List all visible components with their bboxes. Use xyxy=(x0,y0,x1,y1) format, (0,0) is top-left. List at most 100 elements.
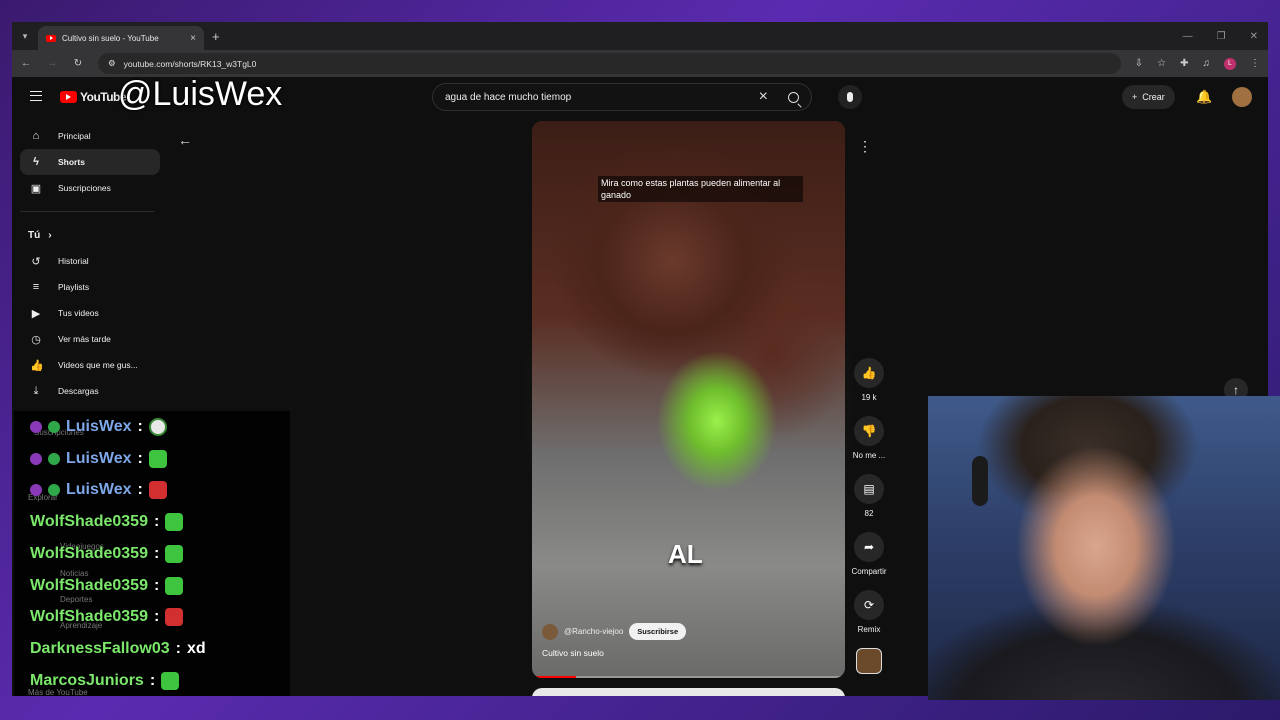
chat-emote-icon xyxy=(165,545,184,563)
sidebar-item-historial[interactable]: ↺ Historial xyxy=(20,248,160,274)
like-icon[interactable]: 👍 xyxy=(854,358,884,388)
divider xyxy=(20,211,154,212)
forward-icon[interactable]: → xyxy=(46,58,58,69)
chat-separator: : xyxy=(153,608,160,625)
install-app-icon[interactable]: ⇩ xyxy=(1135,58,1143,69)
share-icon[interactable]: ➦ xyxy=(854,532,884,562)
remix-action[interactable]: ⟳ Remix xyxy=(846,590,892,648)
chat-separator: : xyxy=(153,513,160,530)
chat-emote-icon xyxy=(161,672,180,690)
browser-menu-icon[interactable]: ⋮ xyxy=(1250,58,1260,69)
extensions-icon[interactable]: ✚ xyxy=(1180,58,1188,69)
shorts-video-player[interactable]: Mira como estas plantas pueden alimentar… xyxy=(532,121,845,678)
plus-icon: + xyxy=(1132,92,1138,102)
dislike-label: No me ... xyxy=(852,451,886,460)
comments-action[interactable]: ▤ 82 xyxy=(846,474,892,532)
sound-thumbnail[interactable] xyxy=(856,648,882,674)
tab-search-icon[interactable]: ▾ xyxy=(12,22,38,50)
sidebar-item-descargas[interactable]: ⤓ Descargas xyxy=(20,378,160,404)
search-box[interactable]: agua de hace mucho tiemop × xyxy=(432,83,812,111)
sidebar-item-shorts[interactable]: ϟ Shorts xyxy=(20,149,160,175)
account-avatar[interactable] xyxy=(1232,87,1252,107)
chat-message: WolfShade0359 : xyxy=(30,545,184,563)
youtube-logo[interactable]: YouTube xyxy=(60,90,127,104)
youtube-favicon-icon xyxy=(46,34,56,42)
restore-icon[interactable]: ❐ xyxy=(1217,31,1226,42)
video-progress-bar[interactable] xyxy=(532,676,845,678)
url-field[interactable]: ⚙ youtube.com/shorts/RK13_w3TgL0 xyxy=(98,53,1121,74)
chat-message: LuisWex : xyxy=(30,450,167,468)
close-tab-icon[interactable]: × xyxy=(190,33,196,44)
like-count: 19 k xyxy=(861,393,877,402)
remix-icon[interactable]: ⟳ xyxy=(854,590,884,620)
home-icon: ⌂ xyxy=(32,130,40,142)
chat-username: MarcosJuniors xyxy=(30,672,144,689)
chat-username: LuisWex xyxy=(66,450,132,467)
comments-icon[interactable]: ▤ xyxy=(854,474,884,504)
notifications-bell-icon[interactable]: 🔔 xyxy=(1196,89,1212,105)
chat-emote-icon xyxy=(165,577,184,595)
close-window-icon[interactable]: ✕ xyxy=(1250,31,1258,42)
mic-icon xyxy=(847,92,853,102)
sidebar-item-suscripciones[interactable]: ▣ Suscripciones xyxy=(20,175,160,201)
chat-separator: : xyxy=(175,640,181,657)
back-icon[interactable]: ← xyxy=(20,58,32,69)
bookmark-star-icon[interactable]: ☆ xyxy=(1157,58,1166,69)
share-action[interactable]: ➦ Compartir xyxy=(846,532,892,590)
address-bar-actions: ⇩ ☆ ✚ ♫ L ⋮ xyxy=(1135,57,1260,70)
chat-separator: : xyxy=(153,577,160,594)
back-arrow-icon[interactable]: ← xyxy=(178,132,192,148)
sound-action[interactable] xyxy=(846,648,892,696)
chat-username: LuisWex xyxy=(66,418,132,435)
reload-icon[interactable]: ↻ xyxy=(72,58,84,69)
shorts-actions: 👍 19 k 👎 No me ... ▤ 82 ➦ Compartir ⟳ Re… xyxy=(846,358,892,696)
verified-badge-icon xyxy=(48,421,60,433)
site-info-icon[interactable]: ⚙ xyxy=(108,58,116,69)
sidebar-item-playlists[interactable]: ≡ Playlists xyxy=(20,274,160,300)
create-button[interactable]: + Crear xyxy=(1122,85,1175,109)
video-title[interactable]: Cultivo sin suelo xyxy=(542,648,604,658)
youtube-header: YouTube @LuisWex agua de hace mucho tiem… xyxy=(12,75,1268,117)
browser-tab[interactable]: Cultivo sin suelo - YouTube × xyxy=(38,26,204,50)
chat-message: LuisWex : xyxy=(30,418,167,436)
channel-name[interactable]: @Rancho-viejoo xyxy=(564,627,623,636)
create-label: Crear xyxy=(1142,92,1165,102)
chat-emote-icon xyxy=(148,450,167,468)
like-action[interactable]: 👍 19 k xyxy=(846,358,892,416)
subscriber-badge-icon xyxy=(30,484,42,496)
dislike-icon[interactable]: 👎 xyxy=(854,416,884,446)
webcam-overlay xyxy=(928,396,1280,700)
chat-emote-icon xyxy=(148,481,167,499)
search-input[interactable]: agua de hace mucho tiemop xyxy=(445,92,759,103)
chat-username: WolfShade0359 xyxy=(30,545,148,562)
clear-search-icon[interactable]: × xyxy=(759,88,768,106)
share-label: Compartir xyxy=(851,567,887,576)
streamer-watermark: @LuisWex xyxy=(118,75,283,113)
sidebar-item-label: Historial xyxy=(58,256,89,266)
chat-message: WolfShade0359 : xyxy=(30,577,184,595)
sidebar-item-liked[interactable]: 👍 Videos que me gus... xyxy=(20,352,160,378)
menu-icon[interactable] xyxy=(30,91,42,101)
more-options-icon[interactable]: ⋮ xyxy=(858,138,872,155)
chat-username: DarknessFallow03 xyxy=(30,640,170,657)
channel-avatar[interactable] xyxy=(542,623,558,640)
sidebar-item-principal[interactable]: ⌂ Principal xyxy=(20,123,160,149)
new-tab-icon[interactable]: + xyxy=(212,29,220,44)
voice-search-button[interactable] xyxy=(838,85,862,109)
sidebar-item-tus-videos[interactable]: ▶ Tus videos xyxy=(20,300,160,326)
sidebar-item-label: Suscripciones xyxy=(58,183,111,193)
sidebar-item-label: Ver más tarde xyxy=(58,334,111,344)
chat-message: LuisWex : xyxy=(30,481,167,499)
chat-separator: : xyxy=(149,672,156,689)
media-control-icon[interactable]: ♫ xyxy=(1203,58,1211,69)
dislike-action[interactable]: 👎 No me ... xyxy=(846,416,892,474)
subscribe-button[interactable]: Suscribirse xyxy=(629,623,687,640)
search-icon[interactable] xyxy=(788,91,799,103)
profile-avatar[interactable]: L xyxy=(1224,57,1236,70)
chat-username: LuisWex xyxy=(66,481,132,498)
chat-separator: : xyxy=(153,545,160,562)
sidebar-you-header[interactable]: Tú › xyxy=(20,222,160,248)
next-short-preview[interactable] xyxy=(532,688,845,696)
sidebar-item-ver-mas-tarde[interactable]: ◷ Ver más tarde xyxy=(20,326,160,352)
minimize-icon[interactable]: — xyxy=(1183,31,1193,42)
